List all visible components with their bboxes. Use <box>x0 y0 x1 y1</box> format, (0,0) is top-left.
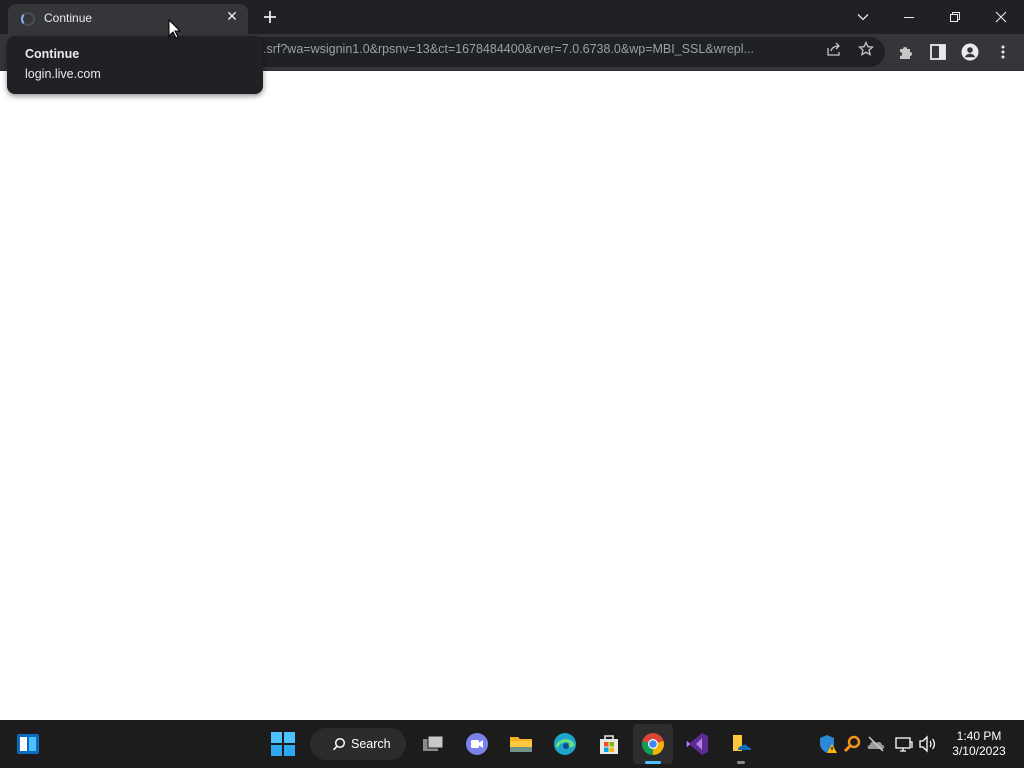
task-view-icon <box>423 735 444 751</box>
more-vert-icon <box>1001 45 1005 59</box>
search-label: Search <box>351 737 391 751</box>
tab-hover-card: Continue login.live.com <box>7 36 263 94</box>
hover-card-domain: login.live.com <box>25 67 101 81</box>
onedrive-offline-icon[interactable] <box>866 734 886 754</box>
bookmark-button[interactable] <box>857 40 875 57</box>
share-button[interactable] <box>826 41 842 57</box>
folder-icon <box>510 737 532 752</box>
minimize-button[interactable] <box>886 0 932 34</box>
network-icon[interactable] <box>894 734 914 754</box>
close-window-button[interactable] <box>978 0 1024 34</box>
clock-date: 3/10/2023 <box>952 744 1006 758</box>
running-indicator <box>645 761 661 764</box>
visual-studio-icon <box>686 733 708 755</box>
taskbar: Search 1:40 PM 3/10/2023 <box>0 720 1024 768</box>
menu-button[interactable] <box>994 43 1012 61</box>
widgets-icon <box>17 734 39 754</box>
windows-security-warning-icon[interactable] <box>818 734 838 754</box>
search-tool-icon[interactable] <box>842 734 862 754</box>
new-tab-button[interactable] <box>260 6 280 28</box>
running-indicator <box>737 761 745 764</box>
side-panel-button[interactable] <box>929 43 947 61</box>
visual-studio-button[interactable] <box>677 724 717 764</box>
microsoft-store-button[interactable] <box>589 724 629 764</box>
restore-icon <box>950 12 960 22</box>
volume-icon[interactable] <box>918 734 938 754</box>
minimize-icon <box>904 17 914 18</box>
edge-button[interactable] <box>545 724 585 764</box>
profile-icon <box>961 43 979 61</box>
folder-cloud-icon <box>733 735 751 751</box>
chevron-down-icon <box>857 14 869 21</box>
store-icon <box>600 735 618 754</box>
edge-icon <box>554 733 576 755</box>
chrome-button[interactable] <box>633 724 673 764</box>
widgets-button[interactable] <box>8 724 48 764</box>
hover-card-title: Continue <box>25 47 80 61</box>
close-icon[interactable]: ✕ <box>224 8 240 24</box>
star-icon <box>857 40 875 56</box>
taskbar-clock[interactable]: 1:40 PM 3/10/2023 <box>944 729 1014 759</box>
start-button[interactable] <box>263 724 303 764</box>
browser-tab[interactable]: Continue ✕ <box>8 4 248 34</box>
page-content <box>0 71 1024 720</box>
chrome-icon <box>642 733 664 755</box>
file-explorer-2-button[interactable] <box>721 724 761 764</box>
loading-spinner-icon <box>21 12 35 26</box>
extensions-button[interactable] <box>897 43 915 61</box>
tab-title: Continue <box>44 11 93 25</box>
tab-search-button[interactable] <box>840 0 886 34</box>
browser-title-bar: Continue ✕ <box>0 0 1024 34</box>
plus-icon <box>264 11 276 23</box>
close-window-icon <box>995 11 1007 23</box>
windows-start-icon <box>271 732 295 756</box>
search-icon <box>332 737 346 751</box>
mouse-cursor-icon <box>168 19 182 39</box>
puzzle-icon <box>900 47 912 59</box>
taskbar-search-button[interactable]: Search <box>310 728 406 760</box>
teams-chat-icon <box>466 733 488 755</box>
teams-chat-button[interactable] <box>457 724 497 764</box>
profile-button[interactable] <box>961 43 979 61</box>
share-icon <box>827 42 840 56</box>
task-view-button[interactable] <box>413 724 453 764</box>
side-panel-icon <box>930 44 946 60</box>
file-explorer-button[interactable] <box>501 724 541 764</box>
restore-button[interactable] <box>932 0 978 34</box>
clock-time: 1:40 PM <box>956 729 1002 743</box>
address-bar-url[interactable]: .srf?wa=wsignin1.0&rpsnv=13&ct=167848440… <box>263 42 813 56</box>
